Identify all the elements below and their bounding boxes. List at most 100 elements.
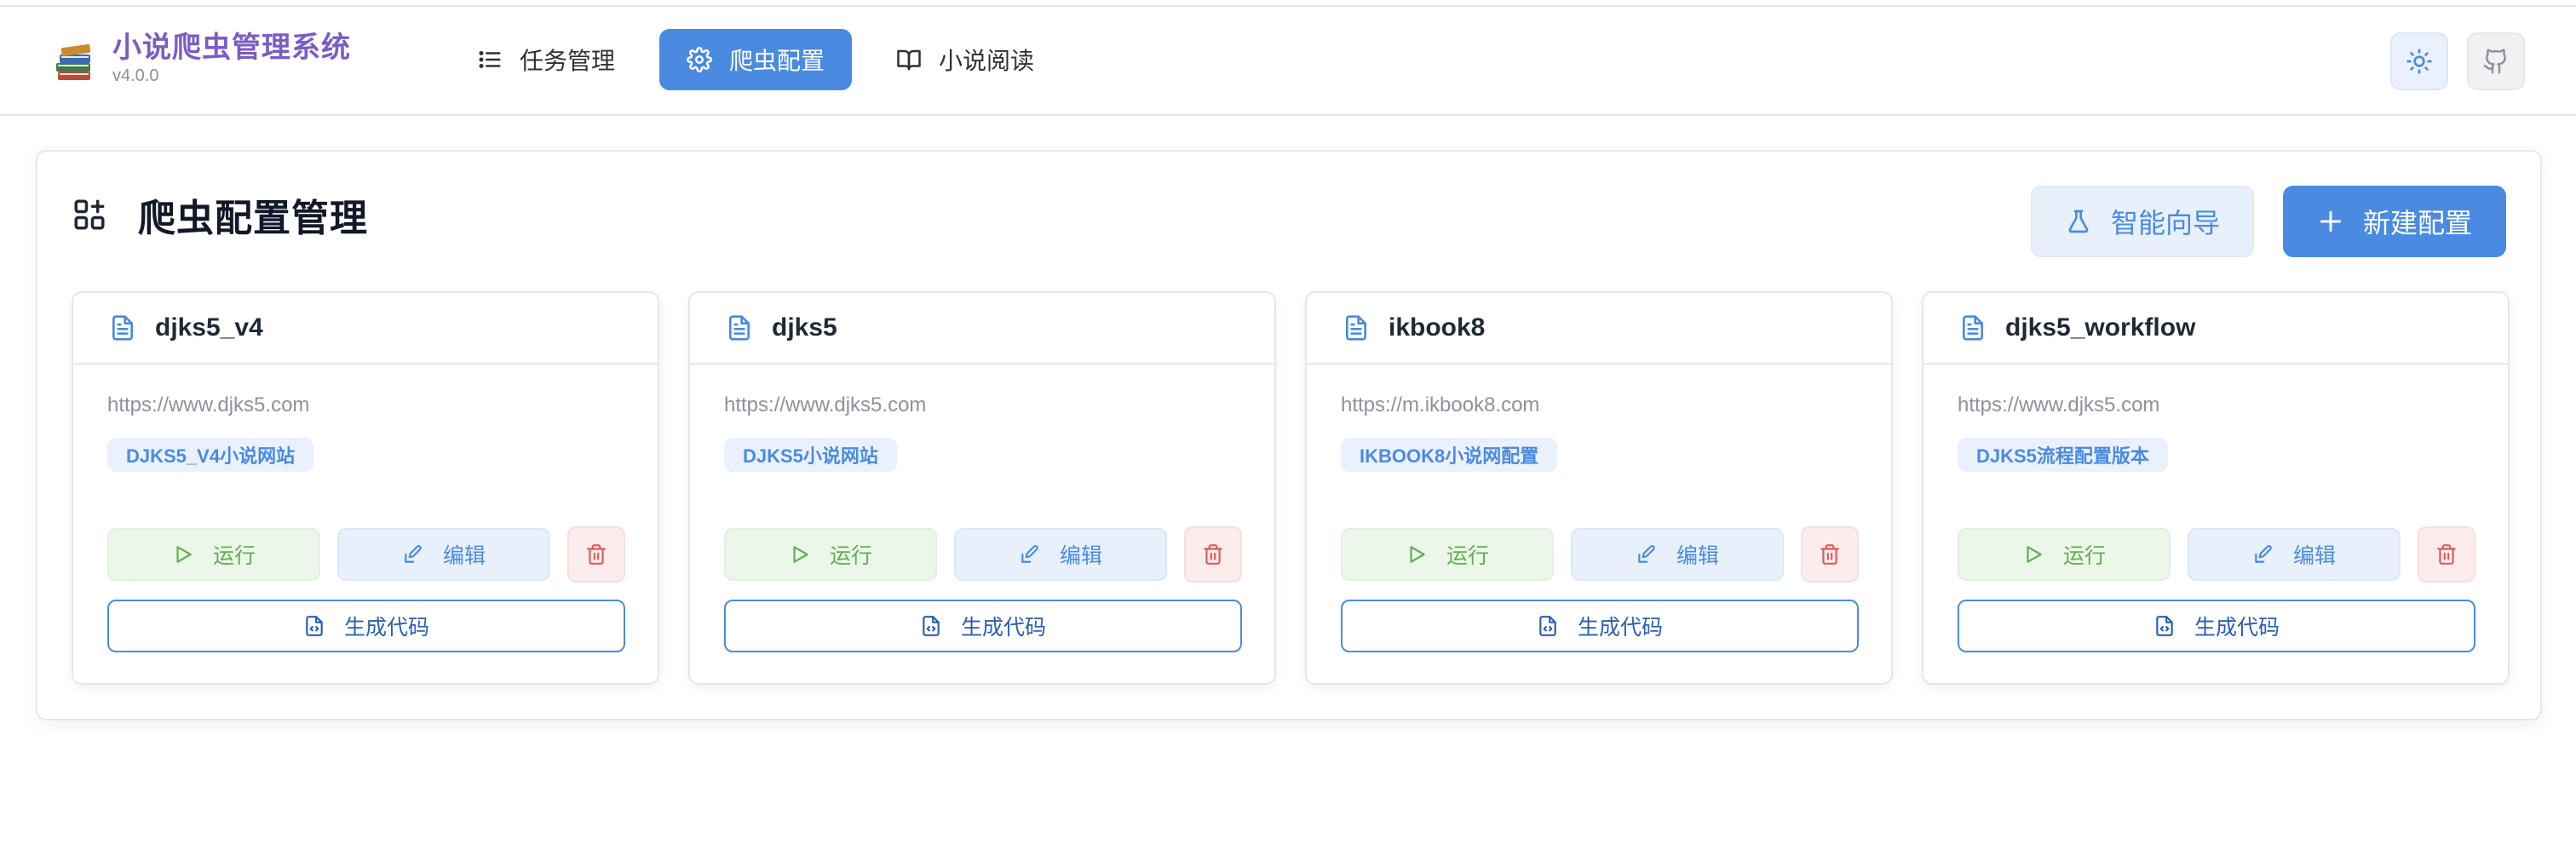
trash-icon xyxy=(1204,544,1222,565)
trash-icon xyxy=(2437,544,2456,565)
card-tag: DJKS5小说网站 xyxy=(724,438,897,472)
card-title: ikbook8 xyxy=(1389,313,1486,342)
app-title: 小说爬虫管理系统 xyxy=(112,32,351,64)
run-label: 运行 xyxy=(212,544,256,568)
apps-grid-icon xyxy=(74,199,105,230)
card-title: djks5 xyxy=(772,313,837,342)
card-actions: 运行 编辑 xyxy=(1341,526,1859,583)
main-nav: 任务管理 爬虫配置 小说阅读 xyxy=(450,29,1061,90)
config-card-list: djks5_v4 https://www.djks5.com DJKS5_V4小… xyxy=(72,291,2510,685)
nav-crawler-label: 爬虫配置 xyxy=(729,48,825,74)
github-button[interactable] xyxy=(2467,32,2525,90)
card-tag: DJKS5_V4小说网站 xyxy=(107,438,314,472)
config-card: djks5 https://www.djks5.com DJKS5小说网站 运行… xyxy=(688,291,1276,685)
list-icon xyxy=(479,51,501,68)
theme-toggle-button[interactable] xyxy=(2390,32,2448,90)
smart-wizard-button[interactable]: 智能向导 xyxy=(2031,186,2254,257)
run-button[interactable]: 运行 xyxy=(724,528,937,581)
edit-button[interactable]: 编辑 xyxy=(337,528,550,581)
generate-code-label: 生成代码 xyxy=(960,616,1046,640)
card-title: djks5_v4 xyxy=(155,313,263,342)
generate-code-button[interactable]: 生成代码 xyxy=(1341,600,1859,652)
play-icon xyxy=(2027,546,2042,563)
page-title: 爬虫配置管理 xyxy=(138,198,368,239)
card-actions: 运行 编辑 xyxy=(724,526,1242,583)
run-button[interactable]: 运行 xyxy=(1958,528,2171,581)
nav-task-management[interactable]: 任务管理 xyxy=(450,29,642,90)
nav-reading-label: 小说阅读 xyxy=(939,48,1035,74)
nav-novel-reading[interactable]: 小说阅读 xyxy=(869,29,1061,90)
file-code-icon xyxy=(923,616,940,636)
file-code-icon xyxy=(1539,616,1556,636)
play-icon xyxy=(793,546,808,563)
crawler-config-panel: 爬虫配置管理 智能向导 新建配置 djks5_v4 https://www.dj… xyxy=(36,150,2542,721)
delete-button[interactable] xyxy=(2418,526,2475,583)
new-config-label: 新建配置 xyxy=(2362,208,2472,238)
file-text-icon xyxy=(729,315,750,341)
config-card: djks5_workflow https://www.djks5.com DJK… xyxy=(1922,291,2510,685)
generate-code-button[interactable]: 生成代码 xyxy=(1958,600,2475,652)
card-title: djks5_workflow xyxy=(2005,313,2196,342)
play-icon xyxy=(1410,546,1425,563)
edit-label: 编辑 xyxy=(1676,544,1719,568)
edit-icon xyxy=(405,545,422,563)
file-code-icon xyxy=(306,616,323,636)
edit-icon xyxy=(1021,545,1038,563)
play-icon xyxy=(176,546,192,563)
new-config-button[interactable]: 新建配置 xyxy=(2283,186,2506,257)
generate-code-button[interactable]: 生成代码 xyxy=(724,600,1242,652)
brand[interactable]: 小说爬虫管理系统 v4.0.0 xyxy=(55,29,351,89)
edit-icon xyxy=(1638,545,1655,563)
file-text-icon xyxy=(1346,315,1366,341)
books-logo-icon xyxy=(56,43,91,80)
nav-task-label: 任务管理 xyxy=(520,48,616,74)
card-url: https://www.djks5.com xyxy=(107,393,310,416)
card-url: https://m.ikbook8.com xyxy=(1341,393,1540,416)
github-icon xyxy=(2483,49,2506,74)
edit-label: 编辑 xyxy=(1059,544,1102,568)
trash-icon xyxy=(1820,544,1839,565)
delete-button[interactable] xyxy=(1184,526,1242,583)
run-label: 运行 xyxy=(829,544,872,568)
card-actions: 运行 编辑 xyxy=(107,526,625,583)
generate-code-button[interactable]: 生成代码 xyxy=(107,600,625,652)
card-tag: IKBOOK8小说网配置 xyxy=(1341,438,1558,472)
card-header: djks5 xyxy=(690,293,1274,365)
flask-icon xyxy=(2068,210,2089,233)
generate-code-label: 生成代码 xyxy=(2194,616,2280,640)
header-actions xyxy=(2390,32,2525,90)
plus-icon xyxy=(2320,210,2342,233)
card-tag: DJKS5流程配置版本 xyxy=(1958,438,2168,472)
sun-icon xyxy=(2406,49,2432,74)
delete-button[interactable] xyxy=(1801,526,1859,583)
delete-button[interactable] xyxy=(567,526,625,583)
smart-wizard-label: 智能向导 xyxy=(2110,208,2220,238)
book-open-icon xyxy=(897,49,921,71)
nav-crawler-config[interactable]: 爬虫配置 xyxy=(659,29,853,90)
edit-button[interactable]: 编辑 xyxy=(954,528,1167,581)
card-header: djks5_workflow xyxy=(1923,293,2508,365)
edit-button[interactable]: 编辑 xyxy=(1571,528,1784,581)
generate-code-label: 生成代码 xyxy=(1577,616,1663,640)
card-header: djks5_v4 xyxy=(73,293,658,365)
card-url: https://www.djks5.com xyxy=(724,393,927,416)
card-header: ikbook8 xyxy=(1307,293,1891,365)
edit-icon xyxy=(2255,545,2272,563)
card-actions: 运行 编辑 xyxy=(1958,526,2475,583)
app-version: v4.0.0 xyxy=(112,66,159,85)
run-button[interactable]: 运行 xyxy=(107,528,320,581)
config-card: ikbook8 https://m.ikbook8.com IKBOOK8小说网… xyxy=(1305,291,1893,685)
card-url: https://www.djks5.com xyxy=(1958,393,2160,416)
config-card: djks5_v4 https://www.djks5.com DJKS5_V4小… xyxy=(72,291,659,685)
edit-button[interactable]: 编辑 xyxy=(2188,528,2401,581)
run-label: 运行 xyxy=(1446,544,1489,568)
run-button[interactable]: 运行 xyxy=(1341,528,1554,581)
run-label: 运行 xyxy=(2062,544,2106,568)
file-text-icon xyxy=(112,315,133,341)
trash-icon xyxy=(587,544,606,565)
panel-header: 爬虫配置管理 xyxy=(72,187,368,242)
file-text-icon xyxy=(1963,315,1983,341)
file-code-icon xyxy=(2156,616,2173,636)
edit-label: 编辑 xyxy=(2292,544,2336,568)
app-header: 小说爬虫管理系统 v4.0.0 任务管理 爬虫配置 小说阅读 xyxy=(0,7,2576,116)
